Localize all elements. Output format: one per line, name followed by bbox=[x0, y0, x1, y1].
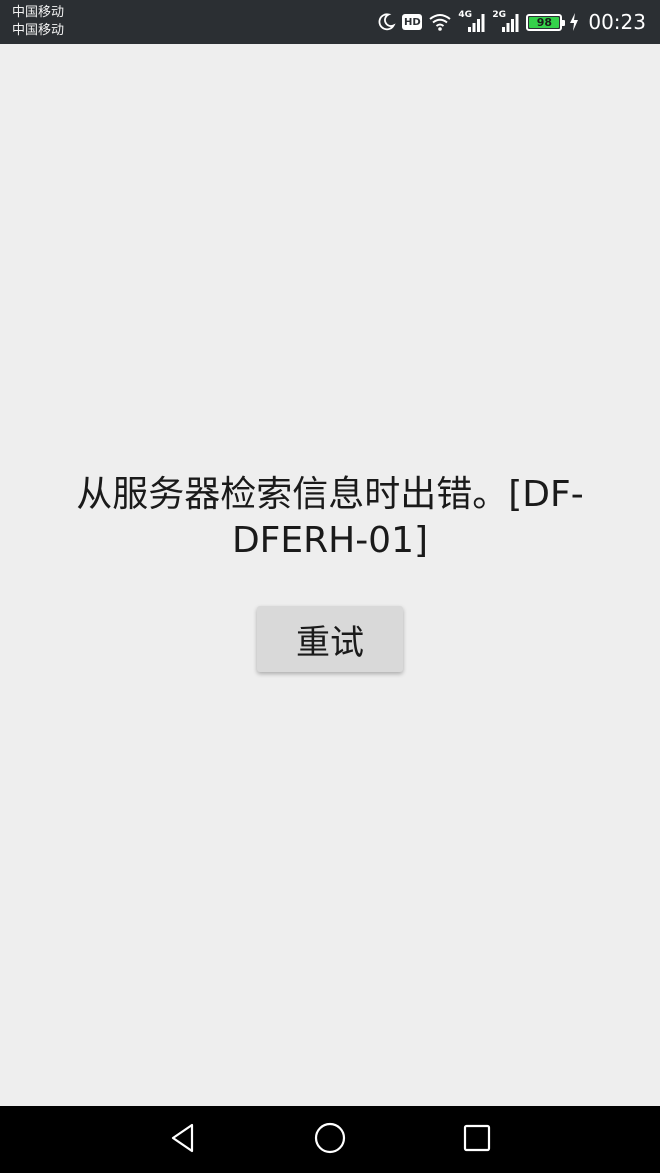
home-button[interactable] bbox=[310, 1120, 350, 1160]
navigation-bar bbox=[0, 1106, 660, 1173]
back-icon bbox=[168, 1122, 198, 1158]
status-icons: HD 4G 2G 98 00:23 bbox=[376, 0, 646, 44]
wifi-icon bbox=[428, 12, 452, 32]
home-icon bbox=[313, 1121, 347, 1159]
retry-button[interactable]: 重试 bbox=[257, 606, 403, 672]
main-content: 从服务器检索信息时出错。[DF-DFERH-01] 重试 bbox=[0, 44, 660, 1106]
signal-2g-icon: 2G bbox=[492, 11, 520, 33]
carrier-name-1: 中国移动 bbox=[12, 5, 65, 20]
recents-icon bbox=[462, 1123, 492, 1157]
status-bar: 中国移动 中国移动 HD 4G 2G 98 00:23 bbox=[0, 0, 660, 44]
recents-button[interactable] bbox=[457, 1120, 497, 1160]
battery-level: 98 bbox=[529, 16, 560, 28]
battery-icon: 98 bbox=[526, 13, 566, 31]
network-type-2g: 2G bbox=[492, 10, 507, 20]
error-message: 从服务器检索信息时出错。[DF-DFERH-01] bbox=[76, 474, 584, 561]
back-button[interactable] bbox=[163, 1120, 203, 1160]
screen: 中国移动 中国移动 HD 4G 2G 98 00:23 从服务器检索信息时出错。… bbox=[0, 0, 660, 1173]
hd-icon: HD bbox=[402, 14, 423, 30]
carrier-name-2: 中国移动 bbox=[12, 23, 65, 38]
carrier-info: 中国移动 中国移动 bbox=[12, 4, 64, 40]
moon-icon bbox=[376, 12, 396, 32]
signal-4g-icon: 4G bbox=[458, 11, 486, 33]
network-type-4g: 4G bbox=[458, 10, 473, 20]
charging-icon bbox=[568, 12, 580, 32]
clock: 00:23 bbox=[588, 10, 646, 34]
